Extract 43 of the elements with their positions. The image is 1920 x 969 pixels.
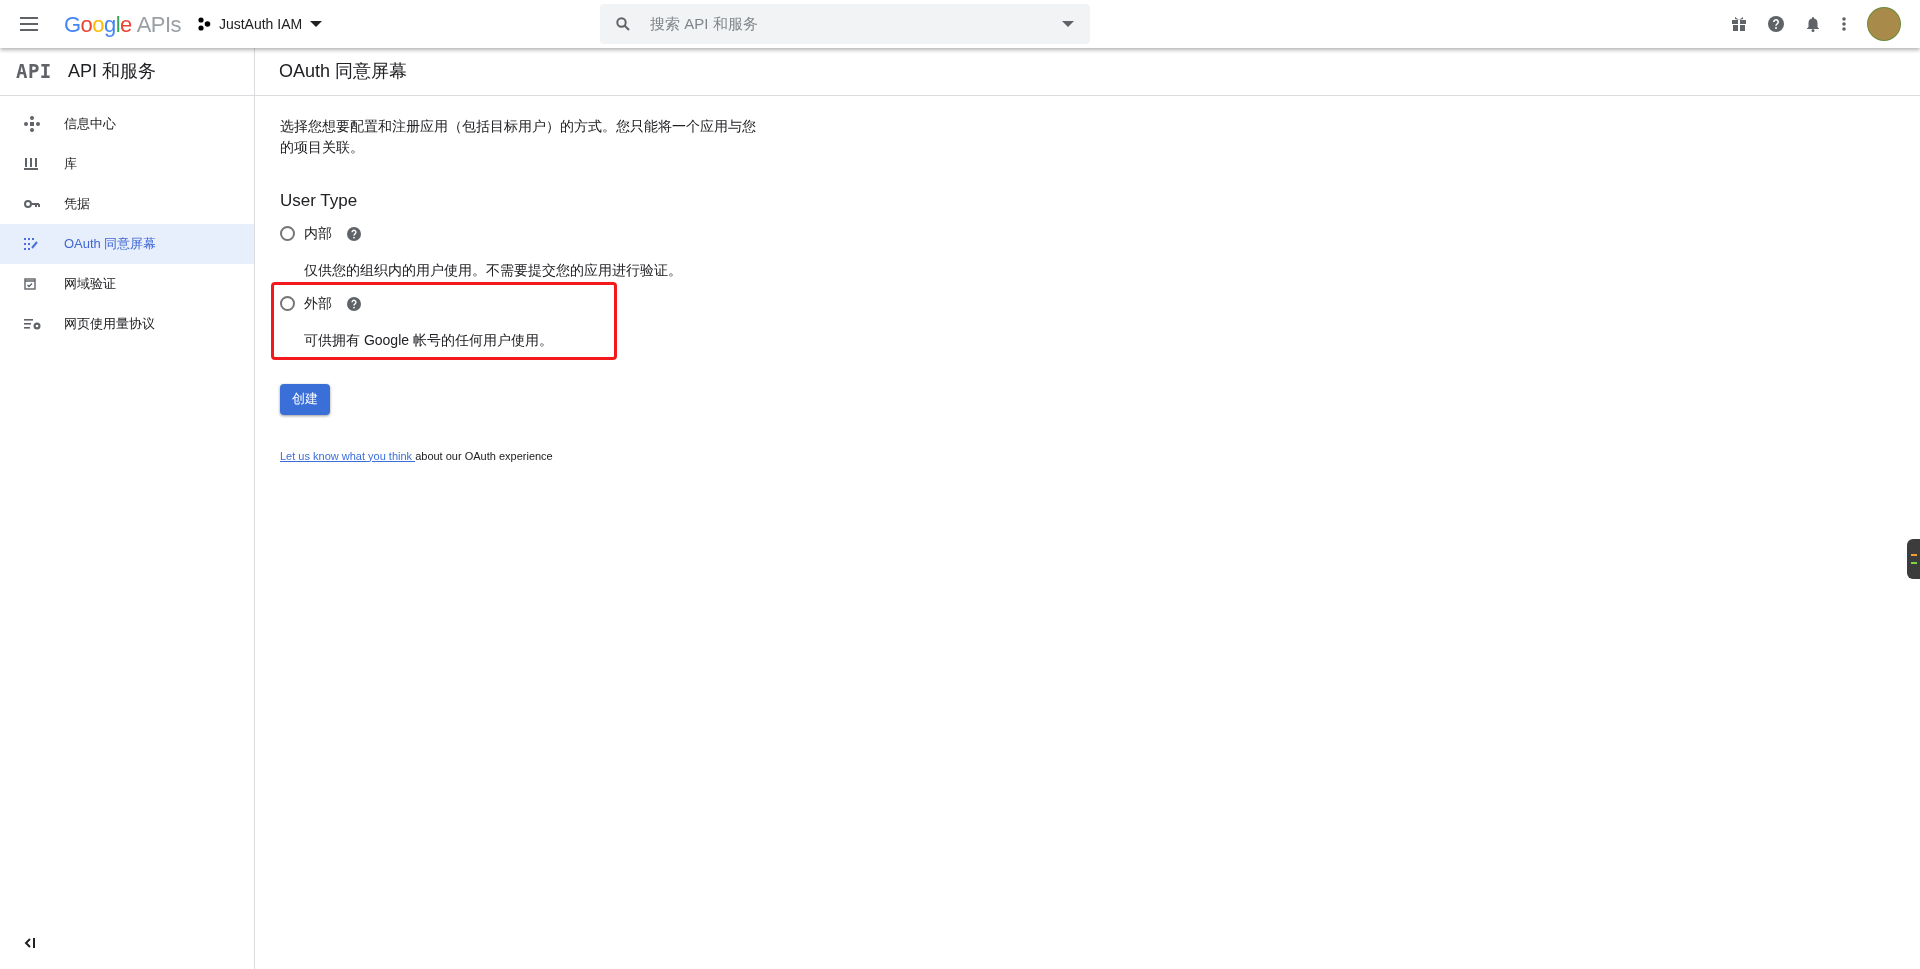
library-icon xyxy=(24,157,38,171)
sidebar-item[interactable]: 网域验证 xyxy=(0,264,254,304)
help-icon[interactable] xyxy=(347,226,361,241)
help-icon[interactable] xyxy=(347,296,361,311)
help-icon[interactable] xyxy=(1768,16,1784,32)
account-avatar[interactable] xyxy=(1868,8,1900,40)
sidebar-item[interactable]: 库 xyxy=(0,144,254,184)
api-logo: API xyxy=(16,59,53,85)
side-widget[interactable] xyxy=(1907,539,1920,579)
radio-label: 外部 xyxy=(304,294,332,313)
option-description: 仅供您的组织内的用户使用。不需要提交您的应用进行验证。 xyxy=(304,260,683,280)
search-field[interactable]: 搜索 API 和服务 xyxy=(650,12,1063,36)
more-options-icon[interactable] xyxy=(1842,17,1846,31)
collapse-sidebar-icon[interactable] xyxy=(24,937,36,949)
section-title: User Type xyxy=(280,190,359,212)
sidebar-item[interactable]: 凭据 xyxy=(0,184,254,224)
list-settings-icon xyxy=(24,318,42,330)
option-description: 可供拥有 Google 帐号的任何用户使用。 xyxy=(304,330,554,350)
create-button[interactable]: 创建 xyxy=(280,383,330,415)
dashboard-icon xyxy=(24,116,40,132)
intro-text: 选择您想要配置和注册应用（包括目标用户）的方式。您只能将一个应用与您的项目关联。 xyxy=(280,117,757,157)
notifications-icon[interactable] xyxy=(1806,16,1820,32)
search-icon xyxy=(616,17,631,31)
sidebar-item[interactable]: 网页使用量协议 xyxy=(0,304,254,344)
feedback-link[interactable]: Let us know what you think xyxy=(280,449,416,462)
page-title: OAuth 同意屏幕 xyxy=(279,60,408,83)
sidebar-item[interactable]: OAuth 同意屏幕 xyxy=(0,224,254,264)
sidebar-item[interactable]: 信息中心 xyxy=(0,104,254,144)
key-icon xyxy=(24,199,40,209)
search-bar[interactable]: 搜索 API 和服务 xyxy=(600,4,1091,44)
radio-button[interactable] xyxy=(280,296,295,311)
radio-label: 内部 xyxy=(304,224,332,243)
sidebar-title: API 和服务 xyxy=(68,60,156,83)
radio-button[interactable] xyxy=(280,226,295,241)
dropdown-caret-icon xyxy=(1062,21,1075,27)
hexagon-dots-icon xyxy=(196,17,211,31)
feedback-text: Let us know what you think about our OAuth experience xyxy=(280,448,554,464)
dotted-list-icon xyxy=(24,238,38,250)
google-apis-logo[interactable]: Google APIs xyxy=(64,7,181,41)
project-selector[interactable]: JustAuth IAM xyxy=(196,13,323,35)
gift-icon[interactable] xyxy=(1732,17,1746,31)
checkbox-icon xyxy=(24,278,36,290)
dropdown-caret-icon xyxy=(310,21,323,27)
